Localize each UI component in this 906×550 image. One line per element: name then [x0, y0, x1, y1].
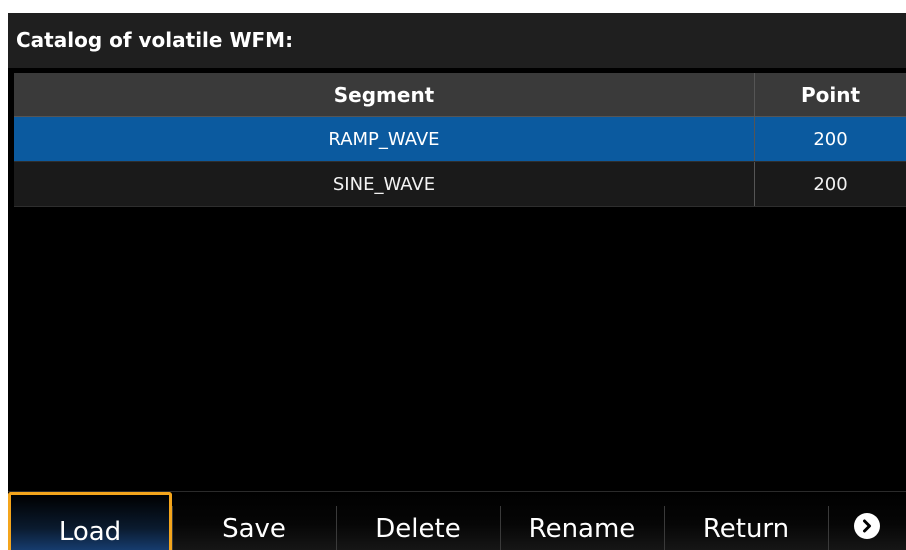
softkey-bar: Load Save Delete Rename Return — [8, 491, 906, 550]
segment-cell: RAMP_WAVE — [14, 117, 755, 161]
chevron-right-circle-icon — [854, 513, 880, 539]
instrument-screen: Catalog of volatile WFM: Segment Point R… — [8, 13, 906, 550]
column-header-segment: Segment — [14, 73, 755, 116]
chevron-right-glyph — [863, 519, 871, 533]
save-button[interactable]: Save — [172, 492, 336, 550]
table-row[interactable]: RAMP_WAVE 200 — [14, 117, 906, 162]
page-title: Catalog of volatile WFM: — [8, 13, 906, 68]
waveform-catalog-table: Segment Point RAMP_WAVE 200 SINE_WAVE 20… — [14, 73, 906, 207]
rename-button[interactable]: Rename — [500, 492, 664, 550]
return-button[interactable]: Return — [664, 492, 828, 550]
more-button[interactable] — [828, 492, 906, 550]
column-header-point: Point — [800, 82, 861, 107]
table-row[interactable]: SINE_WAVE 200 — [14, 162, 906, 207]
point-cell: 200 — [813, 128, 848, 150]
point-cell: 200 — [813, 173, 848, 195]
load-button[interactable]: Load — [8, 492, 172, 550]
segment-cell: SINE_WAVE — [14, 162, 755, 206]
table-header: Segment Point — [14, 73, 906, 117]
delete-button[interactable]: Delete — [336, 492, 500, 550]
